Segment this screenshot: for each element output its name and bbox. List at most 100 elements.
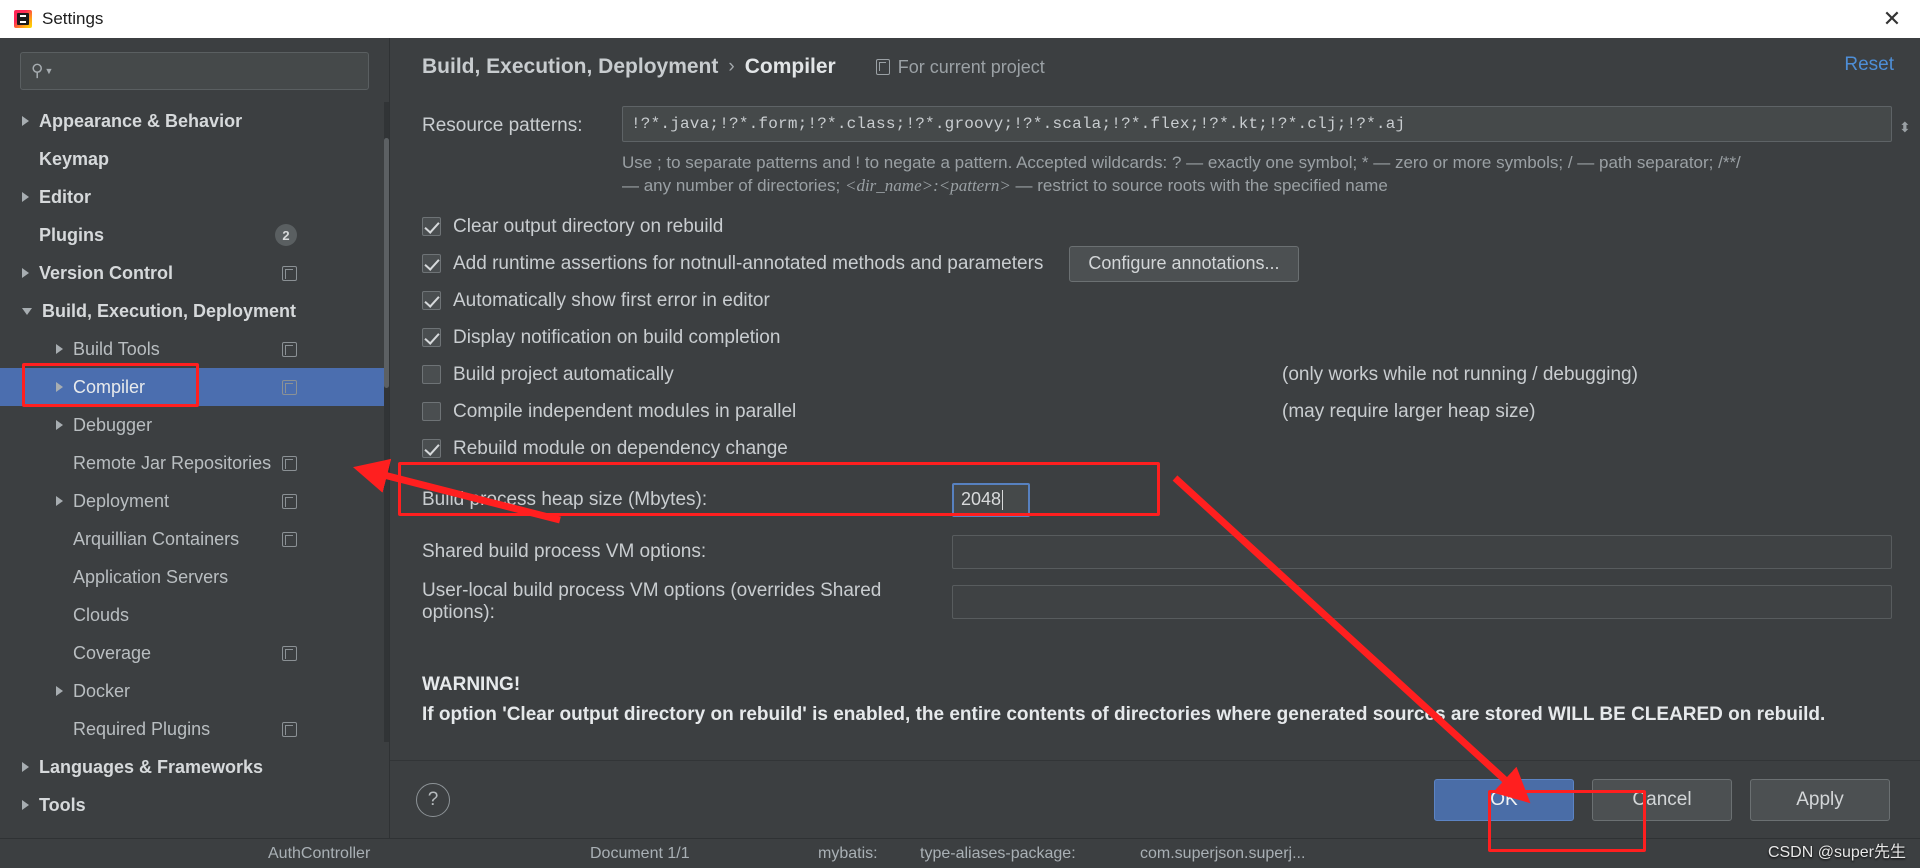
sidebar-item-appearance-behavior[interactable]: Appearance & Behavior (0, 102, 389, 140)
project-scope-icon (282, 721, 297, 737)
breadcrumb-separator: › (728, 56, 735, 77)
checkbox-row: Compile independent modules in parallel (… (422, 397, 1892, 427)
expand-icon[interactable]: ⬍ (1899, 119, 1913, 135)
sidebar-item-plugins[interactable]: Plugins 2 (0, 216, 389, 254)
chevron-right-icon[interactable] (22, 762, 29, 772)
heap-size-label: Build process heap size (Mbytes): (422, 488, 708, 510)
sidebar-item-version-control[interactable]: Version Control (0, 254, 389, 292)
user-vm-options-label: User-local build process VM options (ove… (422, 579, 882, 623)
sidebar-scrollbar-track[interactable] (384, 102, 389, 742)
sidebar-item-build-execution-deployment[interactable]: Build, Execution, Deployment (0, 292, 389, 330)
sidebar-item-label: Appearance & Behavior (39, 110, 243, 131)
resource-patterns-row: Resource patterns: !?*.java;!?*.form;!?*… (422, 106, 1911, 142)
sidebar-item-build-tools[interactable]: Build Tools (0, 330, 389, 368)
chevron-right-icon[interactable] (56, 344, 63, 354)
chevron-right-icon[interactable] (22, 192, 29, 202)
ide-status-bar: AuthController Document 1/1 mybatis: typ… (0, 838, 1920, 868)
chevron-right-icon[interactable] (56, 382, 63, 392)
sidebar-item-label: Compiler (73, 376, 146, 397)
checkbox-note: (may require larger heap size) (1282, 400, 1536, 422)
checkbox-compile-independent-modules-in-parallel[interactable] (422, 402, 441, 422)
chevron-down-icon: ▼ (44, 66, 54, 76)
sidebar-item-application-servers[interactable]: Application Servers (0, 558, 389, 596)
close-icon[interactable]: ✕ (1864, 0, 1920, 38)
sidebar-item-keymap[interactable]: Keymap (0, 140, 389, 178)
cancel-button[interactable]: Cancel (1592, 778, 1732, 821)
window-titlebar: Settings ✕ (0, 0, 1920, 38)
dialog-footer: ? OK Cancel Apply (390, 760, 1920, 838)
resource-patterns-value: !?*.java;!?*.form;!?*.class;!?*.groovy;!… (631, 115, 1406, 133)
sidebar-item-label: Arquillian Containers (73, 528, 240, 549)
sidebar-item-deployment[interactable]: Deployment (0, 482, 389, 520)
reset-link[interactable]: Reset (1844, 54, 1894, 76)
resource-patterns-input[interactable]: !?*.java;!?*.form;!?*.class;!?*.groovy;!… (622, 106, 1911, 142)
sidebar-item-label: Debugger (73, 414, 153, 435)
sidebar-item-editor[interactable]: Editor (0, 178, 389, 216)
sidebar-item-label: Build Tools (73, 338, 160, 359)
chevron-right-icon[interactable] (22, 116, 29, 126)
checkbox-label: Build project automatically (453, 363, 674, 385)
checkbox-row: Build project automatically (only works w… (422, 360, 1892, 390)
for-current-project-label: For current project (875, 56, 1045, 78)
chevron-right-icon[interactable] (56, 496, 63, 506)
checkbox-rebuild-module-on-dependency-change[interactable] (422, 439, 441, 459)
help-icon[interactable]: ? (416, 782, 450, 817)
settings-sidebar: ⚲ ▼ Appearance & Behavior Keymap Editor Plu… (0, 38, 390, 838)
checkbox-display-notification-on-build-completion[interactable] (422, 328, 441, 348)
project-scope-icon (282, 531, 297, 547)
sidebar-item-compiler[interactable]: Compiler (0, 368, 389, 406)
text-caret (1002, 489, 1004, 510)
sidebar-item-coverage[interactable]: Coverage (0, 634, 389, 672)
chevron-right-icon[interactable] (22, 800, 29, 810)
checkbox-add-runtime-assertions-for-notnull-annotated-methods-and-parameters[interactable] (422, 254, 441, 274)
sidebar-scrollbar-thumb[interactable] (384, 138, 389, 388)
checkbox-label: Compile independent modules in parallel (453, 400, 797, 422)
sidebar-item-label: Editor (39, 186, 91, 207)
checkbox-build-project-automatically[interactable] (422, 365, 441, 385)
sidebar-search-wrap: ⚲ ▼ (0, 38, 389, 96)
chevron-right-icon[interactable] (56, 686, 63, 696)
sidebar-item-required-plugins[interactable]: Required Plugins (0, 710, 389, 748)
for-current-project-text: For current project (897, 56, 1045, 77)
apply-button[interactable]: Apply (1750, 778, 1890, 821)
search-box[interactable]: ⚲ ▼ (20, 52, 369, 90)
project-scope-icon (282, 341, 297, 357)
sidebar-item-label: Build, Execution, Deployment (42, 300, 297, 321)
warning-block: WARNING! If option 'Clear output directo… (422, 674, 1892, 728)
sidebar-item-label: Docker (73, 680, 131, 701)
configure-annotations-button[interactable]: Configure annotations... (1069, 245, 1299, 282)
sidebar-item-remote-jar-repositories[interactable]: Remote Jar Repositories (0, 444, 389, 482)
chevron-right-icon[interactable] (56, 420, 63, 430)
sidebar-item-tools[interactable]: Tools (0, 786, 389, 824)
settings-dialog: ⚲ ▼ Appearance & Behavior Keymap Editor Plu… (0, 38, 1920, 838)
checkbox-clear-output-directory-on-rebuild[interactable] (422, 217, 441, 237)
hint-line-2a: — any number of directories; (622, 175, 845, 195)
breadcrumb-parent: Build, Execution, Deployment (422, 55, 719, 78)
project-scope-icon (282, 645, 297, 661)
user-vm-options-input[interactable] (952, 584, 1892, 619)
status-item-1: AuthController (268, 845, 371, 862)
compiler-checkbox-group: Clear output directory on rebuild Add run… (422, 212, 1892, 464)
status-item-3: mybatis: (818, 845, 878, 862)
checkbox-label: Add runtime assertions for notnull-annot… (453, 252, 1044, 274)
heap-size-input[interactable]: 2048 (952, 482, 1030, 517)
warning-body: If option 'Clear output directory on reb… (422, 703, 1826, 725)
ok-button[interactable]: OK (1434, 778, 1574, 821)
sidebar-item-clouds[interactable]: Clouds (0, 596, 389, 634)
sidebar-item-arquillian-containers[interactable]: Arquillian Containers (0, 520, 389, 558)
settings-tree: Appearance & Behavior Keymap Editor Plugins… (0, 102, 389, 824)
heap-size-value: 2048 (961, 489, 1002, 510)
chevron-down-icon[interactable] (22, 307, 32, 315)
project-scope-icon (875, 59, 890, 75)
settings-content: Build, Execution, Deployment › Compiler … (390, 38, 1920, 838)
shared-vm-options-input[interactable] (952, 534, 1892, 569)
search-input[interactable] (59, 62, 358, 80)
window-title: Settings (42, 9, 104, 28)
checkbox-automatically-show-first-error-in-editor[interactable] (422, 291, 441, 311)
sidebar-item-languages-frameworks[interactable]: Languages & Frameworks (0, 748, 389, 786)
sidebar-item-debugger[interactable]: Debugger (0, 406, 389, 444)
hint-line-1: Use ; to separate patterns and ! to nega… (622, 153, 1741, 172)
sidebar-item-docker[interactable]: Docker (0, 672, 389, 710)
chevron-right-icon[interactable] (22, 268, 29, 278)
shared-vm-options-row: Shared build process VM options: (422, 532, 1892, 572)
